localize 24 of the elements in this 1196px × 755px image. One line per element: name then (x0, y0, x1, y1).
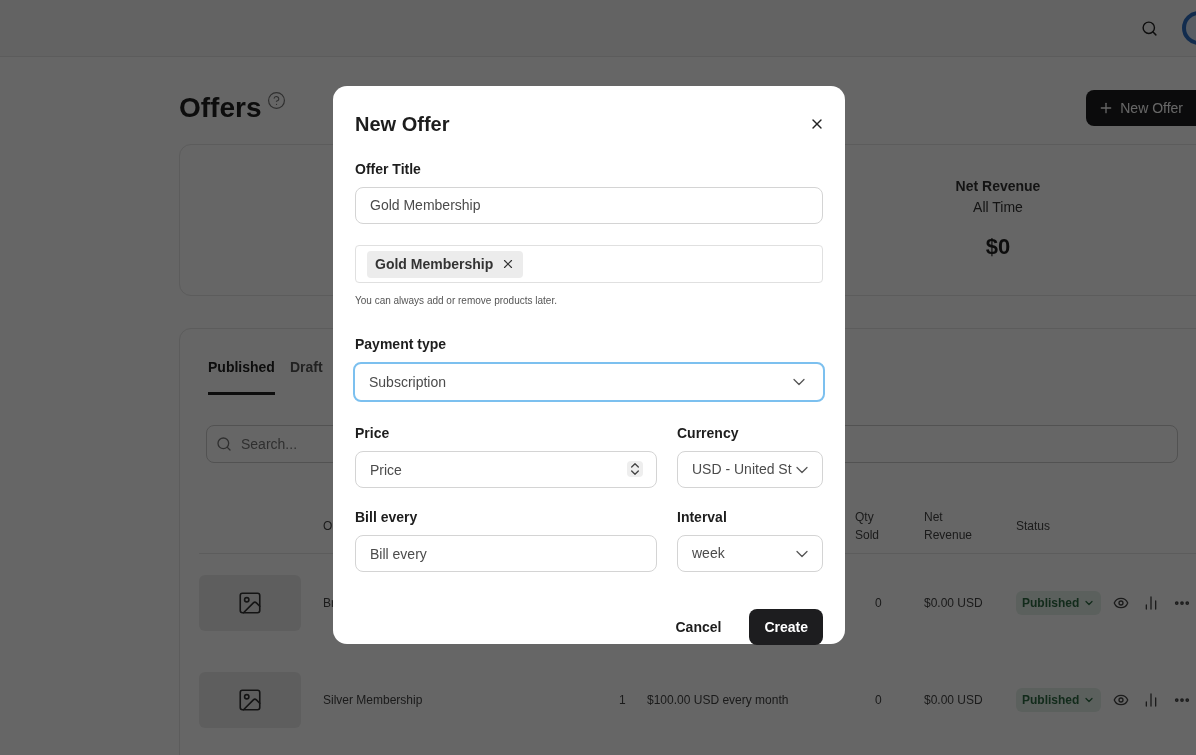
field-label: Offer Title (355, 160, 422, 179)
page-title: Offers (179, 91, 262, 125)
dialog-title: New Offer (355, 112, 450, 137)
field-label: Currency (677, 424, 740, 443)
field-label: Bill every (355, 508, 419, 527)
column-header: Qty Sold (855, 509, 881, 544)
table-cell-text: $0.00 USD (924, 594, 984, 612)
column-header: O (323, 518, 334, 535)
field-label: Price (355, 424, 391, 443)
hint-text: You can always add or remove products later. (355, 294, 558, 308)
field-label: Payment type (355, 335, 448, 354)
table-cell-text: Silver Membership (323, 691, 424, 709)
stat-value: $0 (985, 233, 1011, 261)
stat-label: Net Revenue (955, 177, 1041, 196)
table-cell-text: $100.00 USD every month (647, 691, 790, 709)
field-label: Interval (677, 508, 728, 527)
table-cell-text: 0 (874, 691, 883, 709)
column-header: Status (1016, 518, 1052, 535)
table-cell-text: 1 (618, 691, 627, 709)
table-cell-text: 0 (874, 594, 883, 612)
product-tag: Gold Membership (367, 250, 524, 278)
stat-sublabel: All Time (973, 198, 1023, 217)
table-cell-text: $0.00 USD (924, 691, 984, 709)
column-header: Net Revenue (924, 509, 974, 544)
